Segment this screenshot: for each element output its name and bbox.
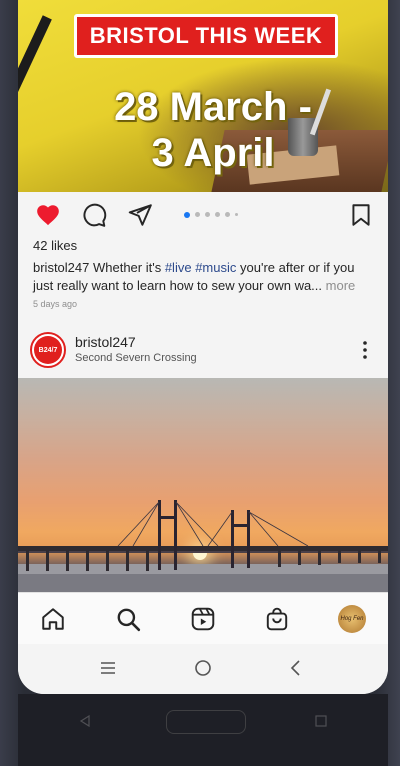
carousel-dot bbox=[195, 212, 200, 217]
post-caption: bristol247 Whether it's #live #music you… bbox=[33, 259, 378, 295]
carousel-dot-active bbox=[184, 211, 190, 218]
caption-more-link[interactable]: more bbox=[322, 278, 356, 293]
device-bezel bbox=[18, 694, 388, 766]
hardware-back-icon bbox=[79, 714, 90, 728]
carousel-indicator bbox=[184, 211, 238, 218]
hardware-recents-icon bbox=[315, 715, 327, 727]
home-circle-icon[interactable] bbox=[193, 658, 213, 678]
carousel-dot bbox=[235, 213, 238, 216]
hero-title: BRISTOL THIS WEEK bbox=[74, 14, 338, 58]
post-location[interactable]: Second Severn Crossing bbox=[75, 352, 197, 364]
hashtag-music[interactable]: #music bbox=[195, 260, 236, 275]
carousel-dot bbox=[215, 212, 220, 217]
caption-text-1: Whether it's bbox=[89, 260, 165, 275]
system-navigation-bar bbox=[18, 644, 388, 694]
bottom-navigation: Hog Fen bbox=[18, 592, 388, 644]
post-image-bristol-this-week[interactable]: BRISTOL THIS WEEK 28 March - 3 April bbox=[18, 0, 388, 192]
comment-icon[interactable] bbox=[81, 202, 107, 228]
shop-icon[interactable] bbox=[264, 606, 290, 632]
post-image-severn-bridge[interactable] bbox=[18, 378, 388, 592]
post-header: B24/7 bristol247 Second Severn Crossing bbox=[18, 325, 388, 377]
more-options-icon[interactable] bbox=[360, 339, 370, 361]
phone-screen: BRISTOL THIS WEEK 28 March - 3 April 42 … bbox=[18, 0, 388, 694]
search-icon[interactable] bbox=[115, 606, 141, 632]
carousel-dot bbox=[205, 212, 210, 217]
reels-icon[interactable] bbox=[190, 606, 216, 632]
home-icon[interactable] bbox=[40, 606, 66, 632]
bookmark-icon[interactable] bbox=[348, 202, 374, 228]
heart-filled-icon[interactable] bbox=[35, 202, 61, 228]
hero-dates: 28 March - 3 April bbox=[98, 84, 328, 176]
caption-username[interactable]: bristol247 bbox=[33, 260, 89, 275]
guitar-graphic bbox=[18, 15, 80, 105]
profile-avatar[interactable]: Hog Fen bbox=[338, 605, 366, 633]
hero-date-line-2: 3 April bbox=[151, 131, 275, 175]
hashtag-live[interactable]: #live bbox=[165, 260, 192, 275]
send-icon[interactable] bbox=[127, 202, 153, 228]
likes-count[interactable]: 42 likes bbox=[33, 238, 77, 253]
hero-date-line-1: 28 March - bbox=[114, 85, 312, 129]
recents-icon[interactable] bbox=[98, 658, 118, 678]
carousel-dot bbox=[225, 212, 230, 217]
post-action-bar bbox=[18, 192, 388, 236]
post-username[interactable]: bristol247 bbox=[75, 334, 136, 350]
bridge-graphic bbox=[18, 500, 388, 592]
back-icon[interactable] bbox=[286, 658, 306, 678]
hardware-home-button bbox=[166, 710, 246, 734]
avatar[interactable]: B24/7 bbox=[30, 332, 66, 368]
post-timestamp: 5 days ago bbox=[33, 299, 78, 309]
avatar-logo: B24/7 bbox=[34, 336, 62, 364]
